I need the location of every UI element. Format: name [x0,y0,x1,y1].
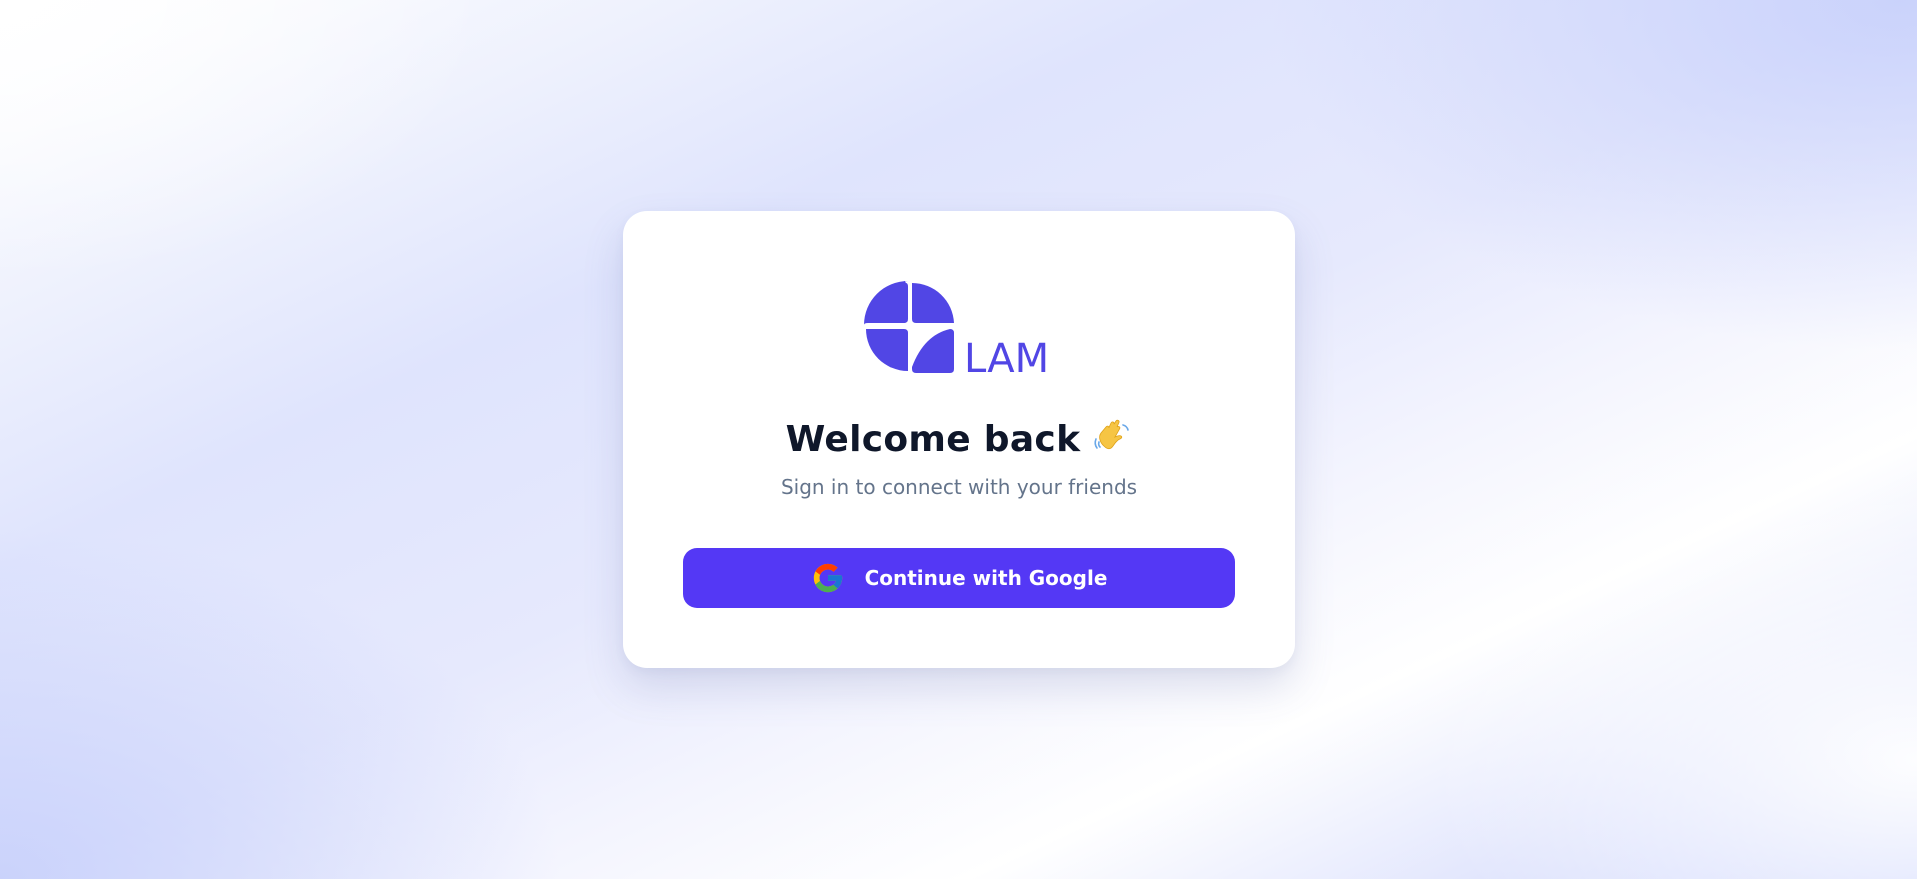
welcome-subtitle: Sign in to connect with your friends [780,475,1138,499]
waving-hand-icon [1092,417,1132,468]
welcome-title-row: Welcome back [623,417,1295,468]
lam-logo: LAM [864,281,1049,373]
continue-with-google-button[interactable]: Continue with Google [683,548,1235,608]
login-card: LAM Welcome back Sign in to connect with… [623,211,1295,668]
welcome-title: Welcome back [785,419,1081,460]
logo-text: LAM [964,336,1049,373]
google-g-icon [811,561,845,595]
google-button-label: Continue with Google [864,566,1108,590]
